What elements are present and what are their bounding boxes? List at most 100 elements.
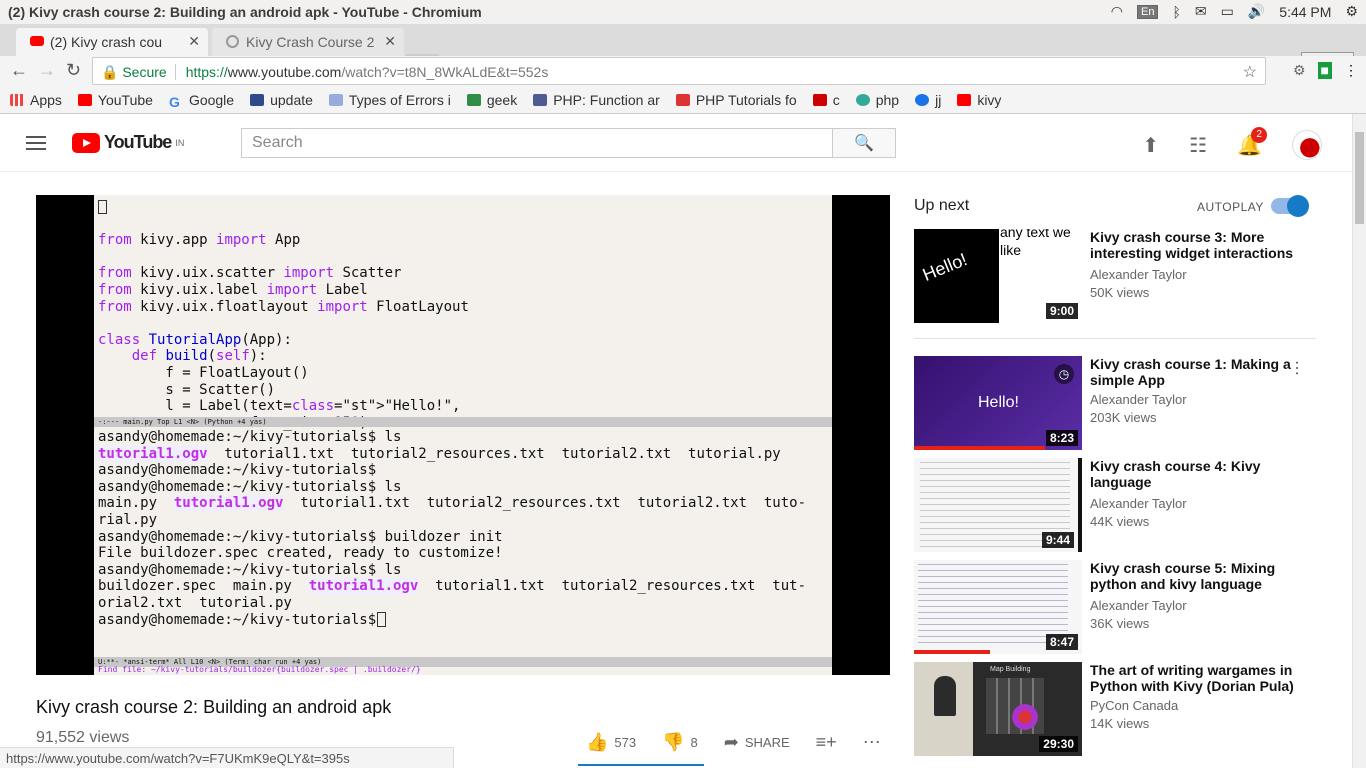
url-host: www.youtube.com [227,64,342,80]
channel-name[interactable]: Alexander Taylor [1090,392,1187,407]
search-input[interactable]: Search [241,128,833,158]
emacs-terminal-frame: from kivy.app import App from kivy.uix.s… [94,195,832,675]
hex-tiles [1010,702,1040,732]
video-thumbnail[interactable]: Hello! ◷ 8:23 [914,356,1082,450]
channel-name[interactable]: Alexander Taylor [1090,496,1187,511]
header-actions: ⬆ ☷ 🔔 2 [1142,126,1322,160]
video-title[interactable]: Kivy crash course 1: Making a simple App [1090,356,1300,388]
bookmark-kivy[interactable]: kivy [957,92,1001,108]
bookmark-types-of-errors[interactable]: Types of Errors i [328,92,451,108]
extension-green-icon[interactable]: ■ [1317,62,1332,79]
secure-label: Secure [122,64,176,80]
shell-buffer: asandy@homemade:~/kivy-tutorials$ ls tut… [98,429,807,628]
video-title[interactable]: The art of writing wargames in Python wi… [1090,662,1300,694]
autoplay-toggle[interactable] [1271,195,1309,217]
notifications-bell-icon[interactable]: 🔔 2 [1237,126,1268,158]
video-player[interactable]: from kivy.app import App from kivy.uix.s… [36,195,890,675]
thumbs-down-icon: 👎 [662,732,685,752]
youtube-logo[interactable]: YouTube IN [72,132,184,153]
page-scrollbar[interactable] [1352,114,1366,768]
video-duration: 29:30 [1039,736,1078,752]
loading-favicon-icon [226,35,239,48]
more-actions-button[interactable]: ⋯ [863,732,881,753]
search-icon: 🔍 [854,135,874,152]
share-button[interactable]: ➦ SHARE [724,732,790,753]
bookmark-youtube[interactable]: YouTube [77,92,153,108]
video-thumbnail[interactable]: 8:47 [914,560,1082,654]
scrollbar-thumb[interactable] [1355,132,1364,224]
video-thumbnail[interactable]: Map Building 29:30 [914,662,1082,756]
watch-later-clock-icon[interactable]: ◷ [1054,364,1074,384]
search-button[interactable]: 🔍 [832,128,896,158]
youtube-play-icon [72,132,100,153]
thumb-caption: any text we like [1000,229,1071,258]
modeline-main: -:--- main.py Top L1 <N> (Python +4 yas) [94,417,832,427]
address-bar[interactable]: 🔒 Secure https://www.youtube.com/watch?v=… [92,57,1266,85]
hamburger-menu-icon[interactable] [26,136,46,150]
video-title[interactable]: Kivy crash course 3: More interesting wi… [1090,229,1300,261]
recommended-video[interactable]: 9:44 Kivy crash course 4: Kivy language … [914,458,1314,554]
region-code: IN [175,137,185,148]
avatar[interactable] [1292,130,1322,160]
video-title[interactable]: Kivy crash course 5: Mixing python and k… [1090,560,1300,592]
apps-grid-icon[interactable]: ☷ [1189,133,1207,158]
volume-icon[interactable]: 🔊 [1248,3,1265,20]
back-arrow-icon[interactable]: ← [10,60,28,81]
keyboard-language[interactable]: En [1137,4,1159,19]
bookmark-php-tutorials[interactable]: PHP Tutorials fo [675,92,797,108]
battery-icon[interactable]: ▭ [1221,3,1234,20]
more-options-icon[interactable]: ⋯ [1287,360,1306,376]
bookmark-google[interactable]: G Google [169,92,234,110]
code-buffer: from kivy.app import App from kivy.uix.s… [98,199,469,431]
mail-icon[interactable]: ✉ [1195,3,1207,20]
c-icon [812,93,827,106]
bluetooth-icon[interactable]: ᛒ [1172,4,1180,20]
forward-arrow-icon[interactable]: → [38,60,56,81]
video-title[interactable]: Kivy crash course 4: Kivy language [1090,458,1300,490]
video-views: 50K views [1090,285,1150,300]
recommended-video[interactable]: Hello! ◷ 8:23 Kivy crash course 1: Makin… [914,356,1314,452]
channel-name[interactable]: Alexander Taylor [1090,598,1187,613]
video-thumbnail[interactable]: Hello! any text we like 9:00 [914,229,1082,323]
youtube-header: YouTube IN Search 🔍 ⬆ ☷ 🔔 2 [0,114,1352,172]
recommended-video[interactable]: Map Building 29:30 The art of writing wa… [914,662,1314,758]
channel-name[interactable]: Alexander Taylor [1090,267,1187,282]
tab-strip: (2) Kivy crash cou ✕ Kivy Crash Course 2… [0,24,1366,72]
watched-progress-bar [914,650,990,654]
bookmark-star-icon[interactable]: ☆ [1243,62,1257,82]
wifi-icon[interactable]: ◠ [1111,3,1123,20]
toolbar: ← → ↻ 🔒 Secure https://www.youtube.com/wa… [0,56,1366,86]
window-titlebar: (2) Kivy crash course 2: Building an and… [0,0,1366,24]
recommended-video[interactable]: 8:47 Kivy crash course 5: Mixing python … [914,560,1314,656]
geek-icon [466,93,481,106]
bookmark-update[interactable]: update [250,92,313,108]
extension-puzzle-icon[interactable]: ⚙ [1293,62,1306,79]
tab-kivy-crash-course[interactable]: Kivy Crash Course 2 ✕ [212,28,404,56]
close-tab-icon[interactable]: ✕ [384,33,396,50]
star-icon [328,93,343,106]
dislike-button[interactable]: 👎 8 [662,732,698,753]
watched-progress-bar [914,446,1046,450]
view-count: 91,552 views [36,729,130,746]
tab-youtube-active[interactable]: (2) Kivy crash cou ✕ [16,28,208,56]
close-tab-icon[interactable]: ✕ [188,33,200,50]
bookmark-jj[interactable]: jj [915,92,941,108]
code-lines: from kivy.app import App from kivy.uix.s… [98,232,469,430]
like-button[interactable]: 👍 573 [586,732,636,753]
bookmark-c[interactable]: c [812,92,840,108]
menu-kebab-icon[interactable]: ⋮ [1344,62,1358,79]
video-thumbnail[interactable]: 9:44 [914,458,1082,552]
thumb-hello-text: Hello! [978,394,1019,411]
video-views: 203K views [1090,410,1157,425]
upload-icon[interactable]: ⬆ [1142,133,1159,158]
recommended-video[interactable]: Hello! any text we like 9:00 Kivy crash … [914,229,1314,325]
bookmark-apps[interactable]: Apps [10,92,62,108]
settings-icon[interactable]: ⚙ [1345,3,1358,20]
bookmark-geek[interactable]: geek [466,92,517,108]
clock[interactable]: 5:44 PM [1279,4,1331,20]
bookmark-php-function[interactable]: PHP: Function ar [533,92,660,108]
channel-name[interactable]: PyCon Canada [1090,698,1178,713]
bookmark-php[interactable]: php [855,92,899,108]
reload-icon[interactable]: ↻ [66,60,81,81]
add-to-playlist-button[interactable]: ≡+ [816,732,837,753]
